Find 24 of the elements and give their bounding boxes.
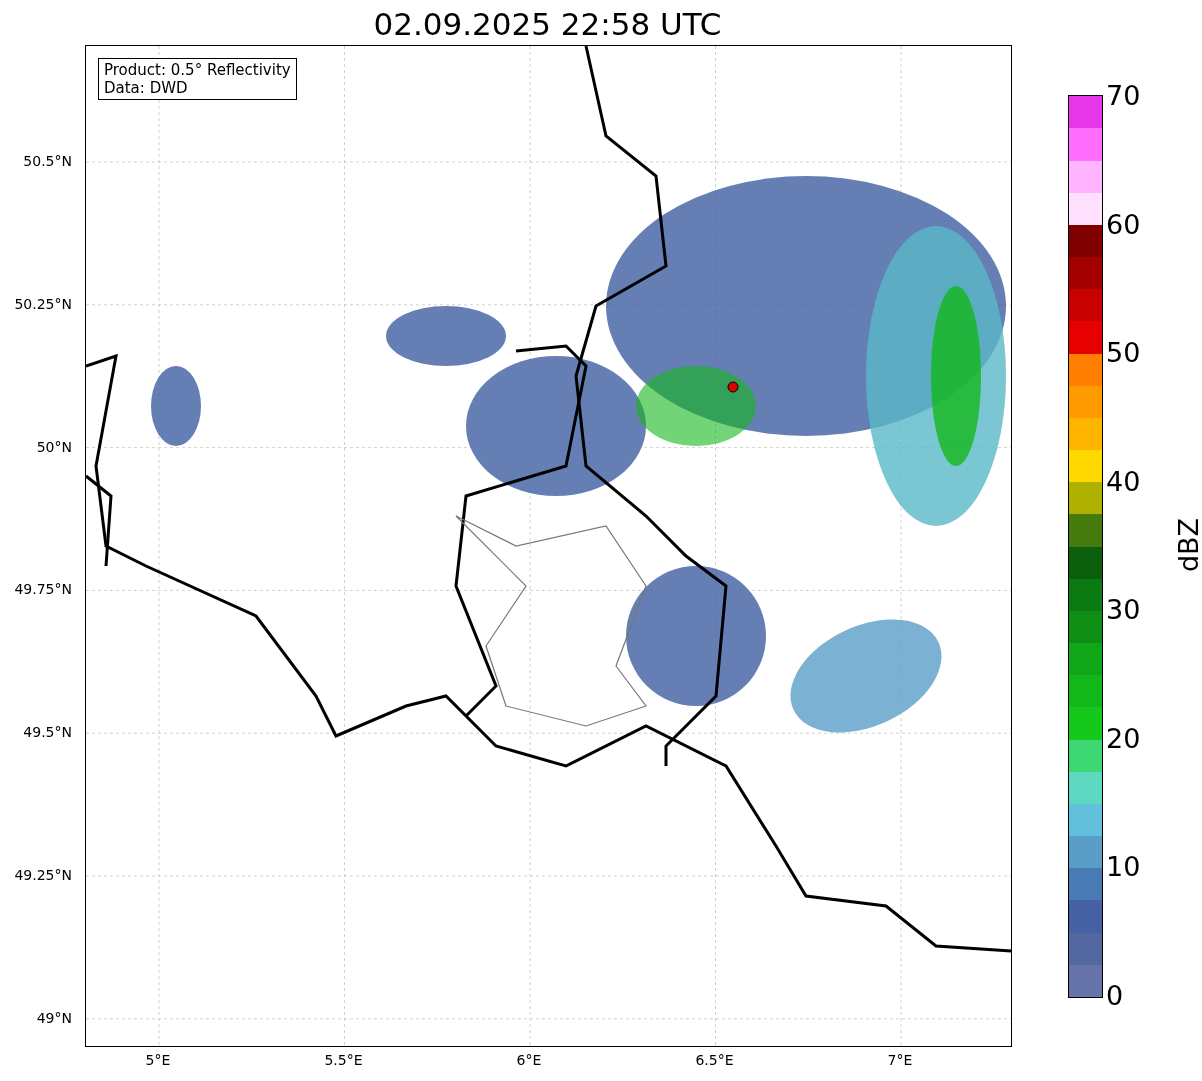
colorbar-tick-label: 20 xyxy=(1106,723,1141,754)
latitude-label: 49.25°N xyxy=(14,867,72,883)
colorbar-tick-label: 40 xyxy=(1106,466,1141,497)
longitude-label: 6.5°E xyxy=(695,1052,734,1068)
colorbar-tick-label: 50 xyxy=(1106,338,1141,369)
legend-text: Data: DWD xyxy=(104,79,189,97)
colorbar-tick-label: 10 xyxy=(1106,852,1141,883)
legend-text: Product: 0.5° Reflectivity xyxy=(104,61,291,79)
longitude-label: 6°E xyxy=(516,1052,542,1068)
colorbar-tick-label: 0 xyxy=(1106,981,1124,1011)
latitude-label: 50°N xyxy=(36,438,72,455)
longitude-label: 5.5°E xyxy=(324,1052,363,1068)
latitude-label: 50.5°N xyxy=(23,153,72,169)
colorbar-tick-label: 30 xyxy=(1106,595,1141,626)
chart-title: 02.09.2025 22:58 UTC xyxy=(372,5,723,44)
longitude-label: 5°E xyxy=(145,1052,171,1068)
colorbar-tick-label: 60 xyxy=(1106,209,1141,240)
latitude-label: 49°N xyxy=(36,1009,72,1026)
colorbar-tick-label: 70 xyxy=(1106,81,1141,111)
longitude-label: 7°E xyxy=(887,1052,913,1068)
latitude-label: 49.5°N xyxy=(23,724,72,741)
latitude-label: 49.75°N xyxy=(14,581,72,598)
colorbar-label: dBZ xyxy=(1174,517,1202,573)
latitude-label: 50.25°N xyxy=(14,295,72,312)
